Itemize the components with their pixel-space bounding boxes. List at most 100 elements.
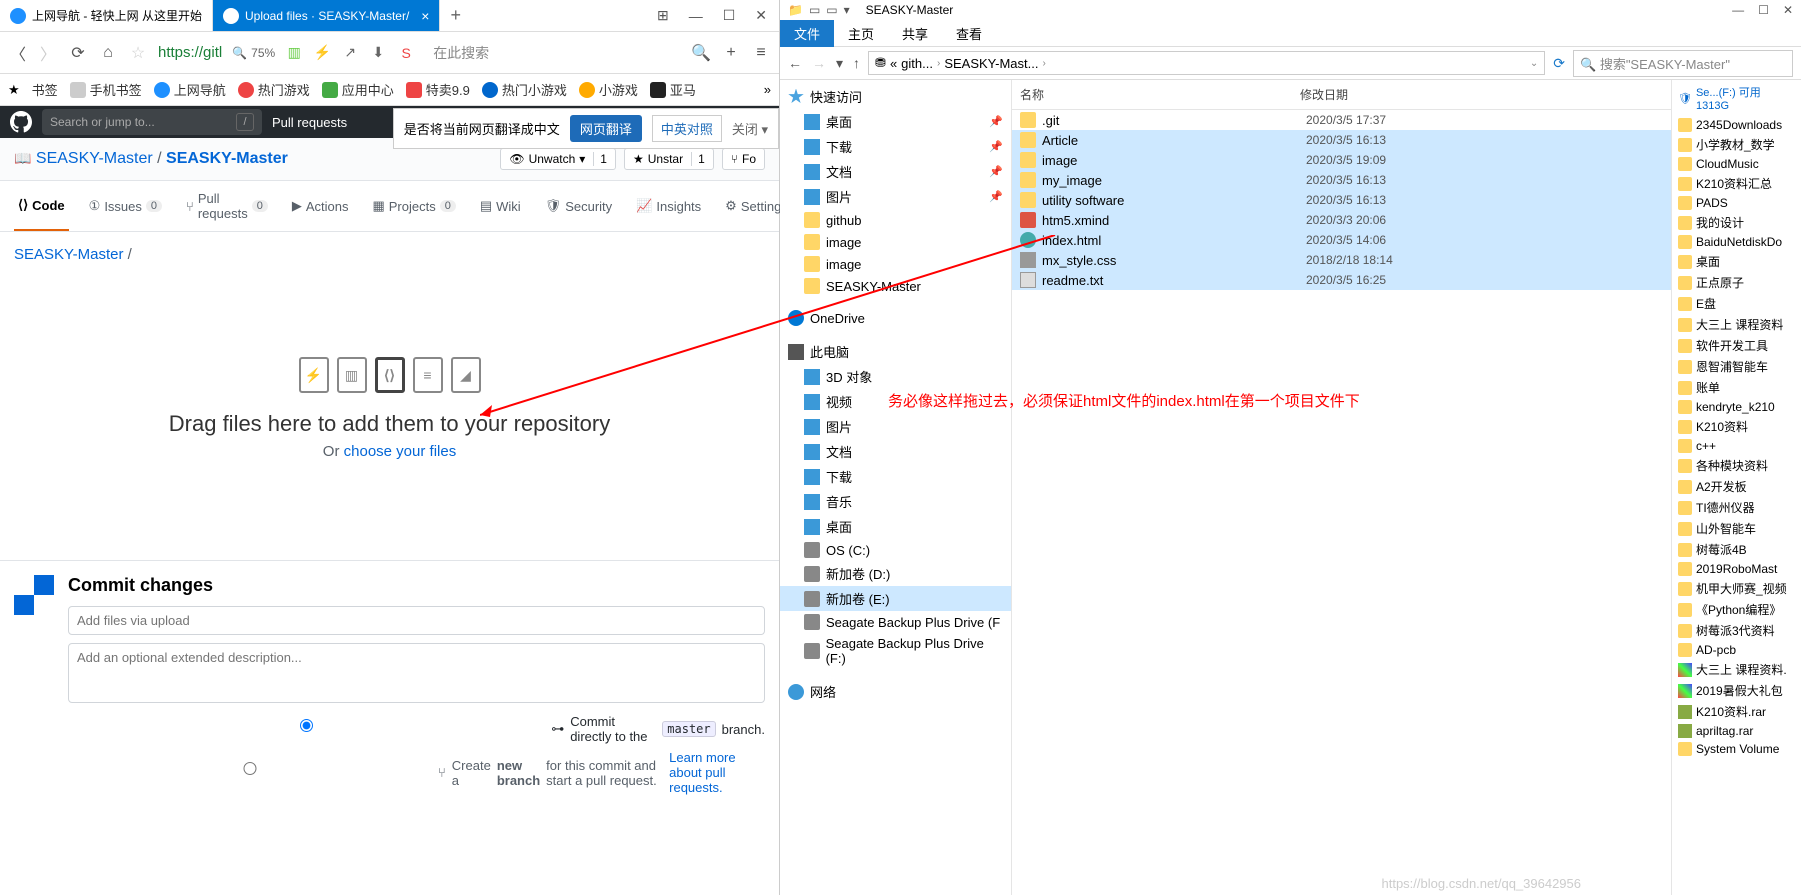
folder-item[interactable]: 大三上 课程资料. — [1672, 659, 1801, 680]
drive-header[interactable]: 🛡 Se...(F:) 可用 1313G — [1672, 80, 1801, 116]
browser-tab-active[interactable]: Upload files · SEASKY-Master/ × — [213, 0, 440, 31]
maximize-icon[interactable]: ☐ — [723, 7, 736, 24]
radio-direct[interactable] — [68, 719, 545, 732]
sogou-icon[interactable]: S — [397, 44, 415, 62]
nav-item[interactable]: OS (C:) — [780, 539, 1011, 561]
file-row[interactable]: index.html2020/3/5 14:06 — [1012, 230, 1671, 250]
translate-button[interactable]: 网页翻译 — [570, 115, 642, 142]
folder-item[interactable]: System Volume — [1672, 740, 1801, 758]
folder-item[interactable]: 账单 — [1672, 377, 1801, 398]
tab-actions[interactable]: ▶ Actions — [288, 181, 353, 231]
commit-summary-input[interactable] — [68, 606, 765, 635]
nav-item[interactable]: Seagate Backup Plus Drive (F:) — [780, 633, 1011, 669]
qat-dropdown-icon[interactable]: ▾ — [844, 3, 850, 17]
repo-owner-link[interactable]: SEASKY-Master — [36, 150, 153, 167]
close-icon[interactable]: ✕ — [1783, 3, 1793, 17]
unstar-button[interactable]: ★ Unstar1 — [624, 148, 714, 170]
url-text[interactable]: https://gitl — [158, 44, 222, 61]
folder-item[interactable]: 大三上 课程资料 — [1672, 314, 1801, 335]
explorer-search[interactable]: 🔍 搜索"SEASKY-Master" — [1573, 50, 1793, 77]
bookmark-star-icon[interactable]: ★ — [8, 82, 20, 98]
folder-item[interactable]: 小学教材_数学 — [1672, 134, 1801, 155]
new-tab-button[interactable]: + — [440, 0, 471, 31]
ribbon-view-tab[interactable]: 查看 — [942, 20, 996, 47]
bookmark-item[interactable]: 亚马 — [650, 80, 696, 99]
fork-button[interactable]: ⑂ Fo — [722, 148, 765, 170]
nav-item[interactable]: SEASKY-Master — [780, 275, 1011, 297]
bookmark-item[interactable]: 热门小游戏 — [482, 80, 567, 99]
search-icon[interactable]: 🔍 — [691, 43, 711, 63]
qat-icon[interactable]: ▭ — [809, 3, 820, 17]
unwatch-button[interactable]: 👁 Unwatch ▾1 — [500, 148, 616, 170]
folder-item[interactable]: K210资料 — [1672, 416, 1801, 437]
nav-item[interactable]: image — [780, 253, 1011, 275]
nav-item[interactable]: Seagate Backup Plus Drive (F — [780, 611, 1011, 633]
folder-item[interactable]: 正点原子 — [1672, 272, 1801, 293]
file-row[interactable]: mx_style.css2018/2/18 18:14 — [1012, 250, 1671, 270]
compare-button[interactable]: 中英对照 — [652, 115, 722, 142]
browser-tab[interactable]: 上网导航 - 轻快上网 从这里开始 — [0, 0, 213, 31]
file-row[interactable]: my_image2020/3/5 16:13 — [1012, 170, 1671, 190]
file-row[interactable]: .git2020/3/5 17:37 — [1012, 110, 1671, 130]
tab-issues[interactable]: ① Issues 0 — [85, 181, 166, 231]
up-icon[interactable]: ↑ — [853, 55, 860, 72]
ribbon-home-tab[interactable]: 主页 — [834, 20, 888, 47]
nav-pull-requests[interactable]: Pull requests — [272, 115, 347, 130]
maximize-icon[interactable]: ☐ — [1758, 3, 1769, 17]
add-icon[interactable]: + — [721, 44, 741, 62]
refresh-icon[interactable]: ⟳ — [1553, 55, 1565, 72]
folder-item[interactable]: 我的设计 — [1672, 212, 1801, 233]
commit-direct-option[interactable]: ⊶ Commit directly to the master branch. — [68, 714, 765, 744]
bookmark-item[interactable]: 热门游戏 — [238, 80, 310, 99]
learn-more-link[interactable]: Learn more about pull requests. — [669, 750, 765, 795]
download-icon[interactable]: ⬇ — [369, 44, 387, 62]
repo-name-link[interactable]: SEASKY-Master — [166, 150, 288, 167]
col-date[interactable]: 修改日期 — [1292, 80, 1432, 109]
forward-icon[interactable]: → — [812, 55, 826, 72]
nav-item[interactable]: 新加卷 (E:) — [780, 586, 1011, 611]
minimize-icon[interactable]: — — [1732, 3, 1744, 17]
file-row[interactable]: utility software2020/3/5 16:13 — [1012, 190, 1671, 210]
radio-branch[interactable] — [68, 762, 432, 775]
folder-item[interactable]: 桌面 — [1672, 251, 1801, 272]
bookmark-item[interactable]: 小游戏 — [579, 80, 638, 99]
forward-icon[interactable]: 〉 — [38, 41, 58, 65]
folder-item[interactable]: PADS — [1672, 194, 1801, 212]
close-banner-button[interactable]: 关闭 ▾ — [732, 119, 768, 138]
tab-projects[interactable]: ▦ Projects 0 — [368, 181, 459, 231]
tab-pulls[interactable]: ⑂ Pull requests 0 — [182, 181, 272, 231]
file-row[interactable]: readme.txt2020/3/5 16:25 — [1012, 270, 1671, 290]
ribbon-file-tab[interactable]: 文件 — [780, 20, 834, 47]
nav-item[interactable]: 音乐 — [780, 489, 1011, 514]
quick-access-section[interactable]: 快速访问 — [780, 84, 1011, 109]
this-pc-section[interactable]: 此电脑 — [780, 339, 1011, 364]
folder-item[interactable]: 树莓派3代资料 — [1672, 620, 1801, 641]
file-drop-area[interactable]: ⚡ ▥ ⟨⟩ ≡ ◢ Drag files here to add them t… — [14, 297, 765, 520]
folder-item[interactable]: 《Python编程》 — [1672, 599, 1801, 620]
folder-item[interactable]: 2019RoboMast — [1672, 560, 1801, 578]
qat-icon[interactable]: ▭ — [826, 3, 837, 17]
folder-item[interactable]: 恩智浦智能车 — [1672, 356, 1801, 377]
recent-icon[interactable]: ▾ — [836, 55, 843, 72]
bookmark-item[interactable]: 书签 — [32, 80, 58, 99]
folder-item[interactable]: 机甲大师赛_视频 — [1672, 578, 1801, 599]
nav-item[interactable]: 图片📌 — [780, 184, 1011, 209]
folder-item[interactable]: kendryte_k210 — [1672, 398, 1801, 416]
folder-item[interactable]: 2019暑假大礼包 — [1672, 680, 1801, 701]
nav-item[interactable]: 图片 — [780, 414, 1011, 439]
back-icon[interactable]: 〈 — [8, 41, 28, 65]
folder-item[interactable]: AD-pcb — [1672, 641, 1801, 659]
folder-item[interactable]: 各种模块资料 — [1672, 455, 1801, 476]
zoom-indicator[interactable]: 🔍 75% — [232, 46, 275, 60]
folder-item[interactable]: BaiduNetdiskDo — [1672, 233, 1801, 251]
close-window-icon[interactable]: ✕ — [755, 7, 767, 24]
path-dropdown-icon[interactable]: ⌄ — [1530, 58, 1538, 69]
nav-item[interactable]: 新加卷 (D:) — [780, 561, 1011, 586]
folder-item[interactable]: 软件开发工具 — [1672, 335, 1801, 356]
onedrive-section[interactable]: OneDrive — [780, 307, 1011, 329]
bookmark-item[interactable]: 特卖9.9 — [406, 80, 470, 99]
minimize-icon[interactable]: — — [689, 8, 703, 24]
back-icon[interactable]: ← — [788, 55, 802, 72]
folder-item[interactable]: apriltag.rar — [1672, 722, 1801, 740]
bookmark-item[interactable]: 应用中心 — [322, 80, 394, 99]
